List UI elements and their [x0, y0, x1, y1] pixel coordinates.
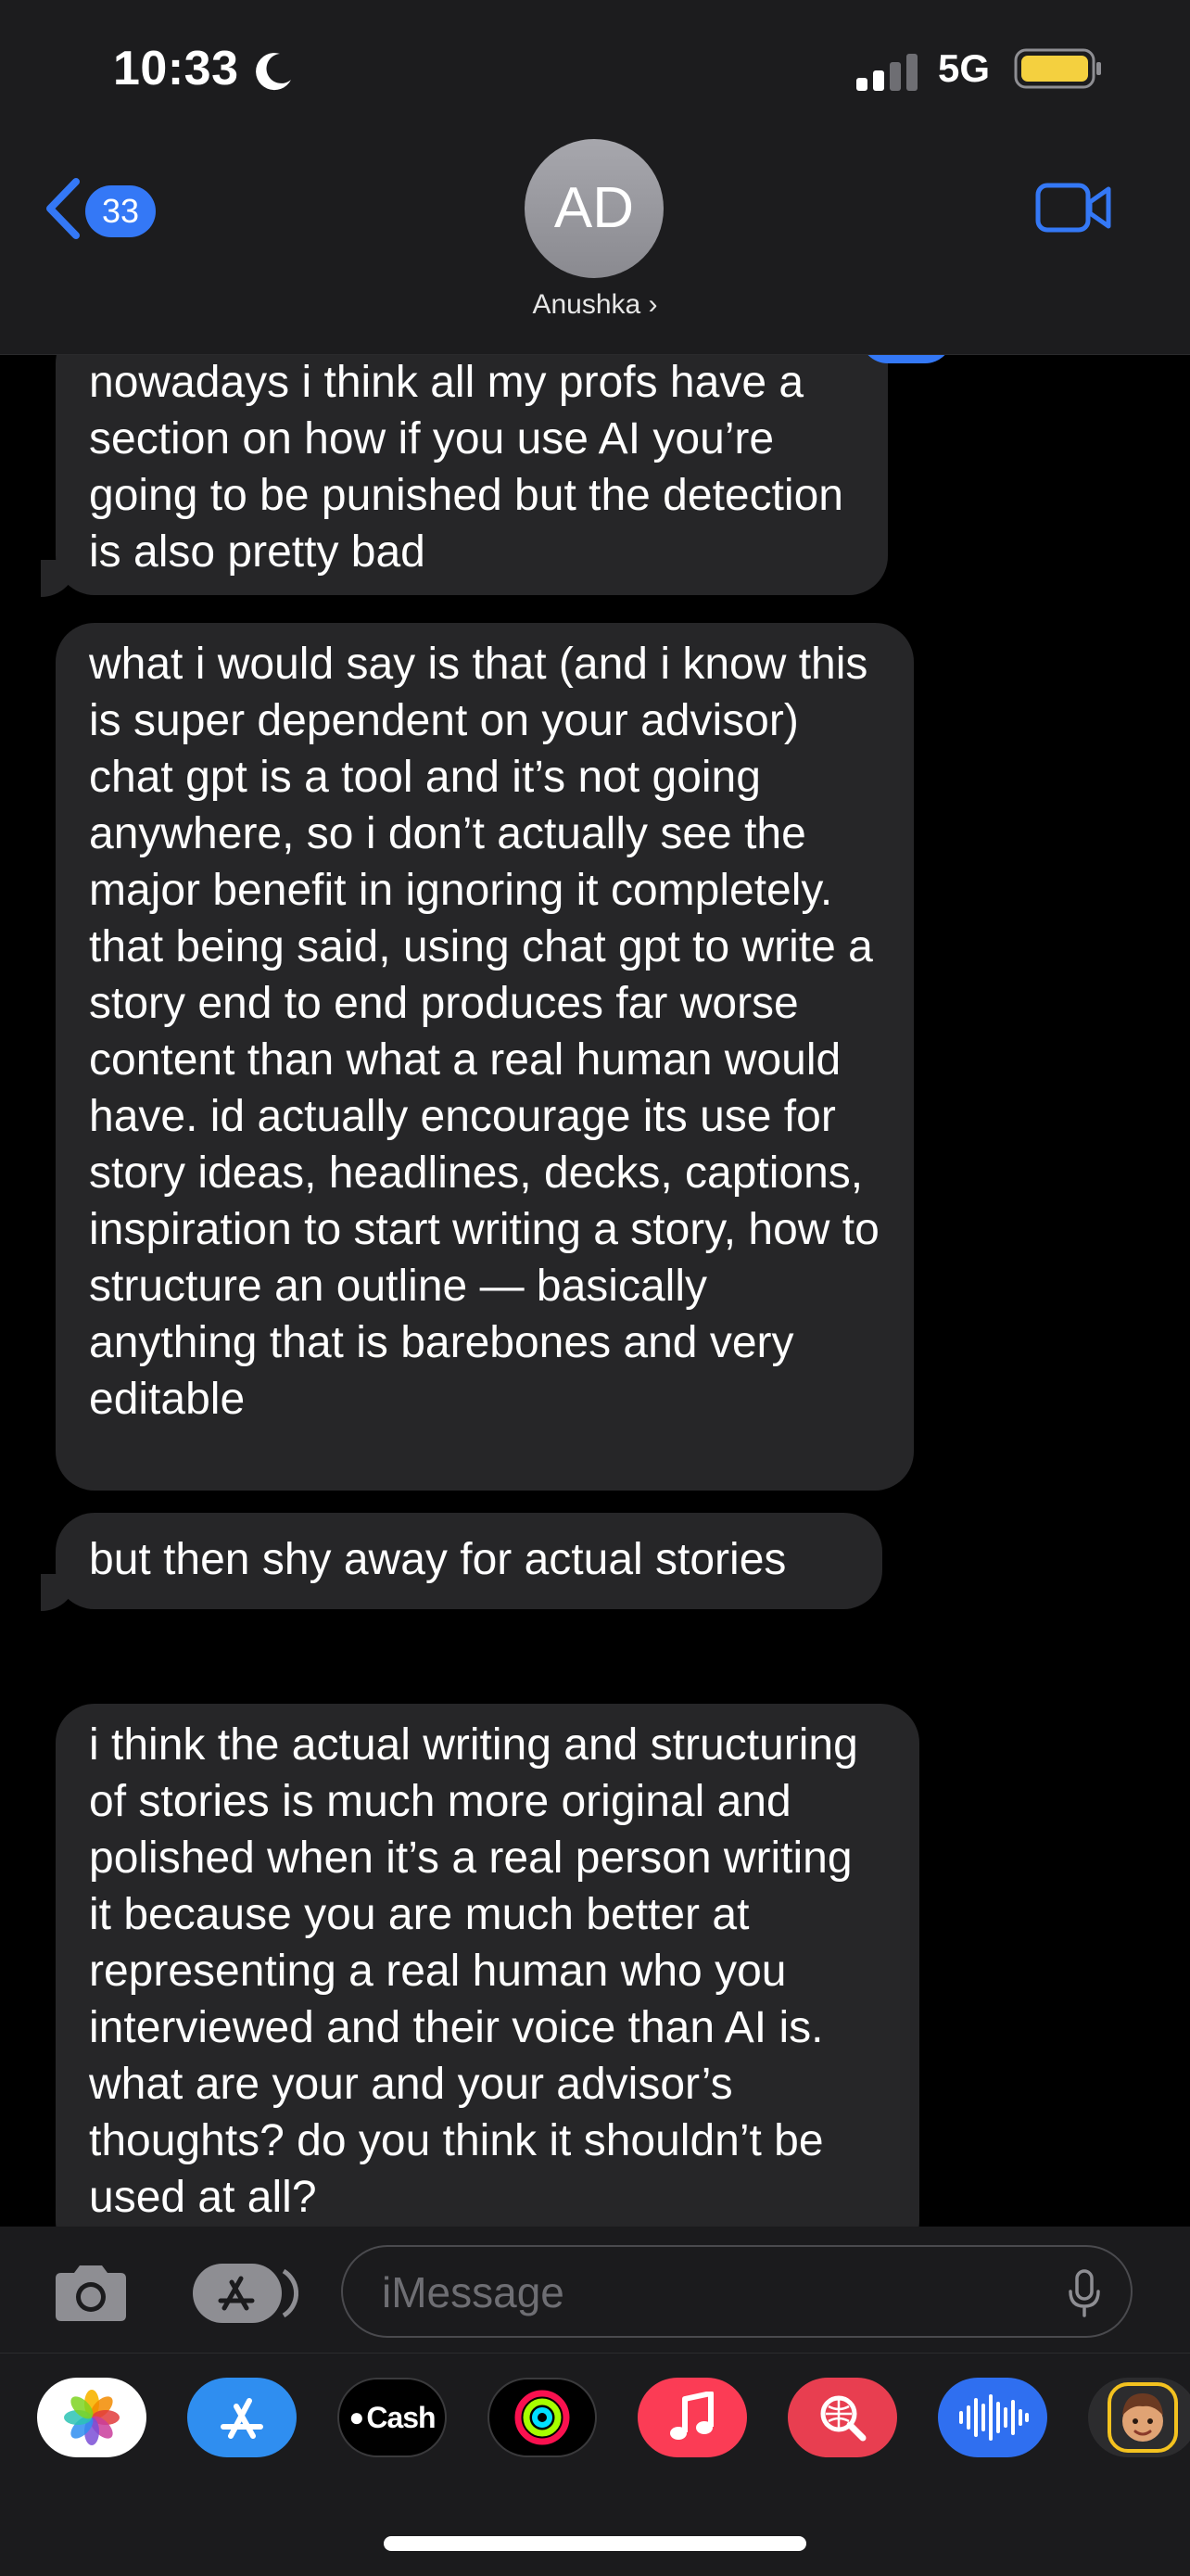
- compose-bar: [0, 2227, 1190, 2353]
- activity-icon[interactable]: [487, 2378, 597, 2457]
- image-search-icon[interactable]: [788, 2378, 897, 2457]
- apple-cash-icon[interactable]: ● Cash: [337, 2378, 447, 2457]
- microphone-icon[interactable]: [1068, 2269, 1101, 2317]
- home-indicator[interactable]: [384, 2536, 806, 2551]
- contact-avatar[interactable]: AD: [525, 139, 664, 278]
- bubble-tail: [41, 560, 78, 597]
- battery-icon: [1014, 48, 1101, 89]
- photos-icon[interactable]: [37, 2378, 146, 2457]
- camera-icon[interactable]: [48, 2260, 133, 2325]
- music-icon[interactable]: [638, 2378, 747, 2457]
- moon-icon: [256, 53, 291, 91]
- voice-memo-icon[interactable]: [938, 2378, 1047, 2457]
- message-input[interactable]: [380, 2247, 1032, 2338]
- message-bubble[interactable]: but then shy away for actual stories: [56, 1513, 882, 1609]
- message-text: what i would say is that (and i know thi…: [89, 640, 880, 1424]
- message-text: nowadays i think all my profs have a sec…: [89, 358, 843, 577]
- imessage-field[interactable]: [341, 2245, 1133, 2338]
- contact-name[interactable]: Anushka ›: [0, 289, 1190, 321]
- memoji-icon[interactable]: [1088, 2378, 1190, 2457]
- message-bubble[interactable]: i think the actual writing and structuri…: [56, 1704, 919, 2227]
- signal-icon: [856, 54, 918, 91]
- message-list[interactable]: nowadays i think all my profs have a sec…: [0, 354, 1190, 2227]
- message-text: but then shy away for actual stories: [89, 1535, 787, 1584]
- message-bubble[interactable]: nowadays i think all my profs have a sec…: [56, 354, 888, 595]
- message-bubble[interactable]: what i would say is that (and i know thi…: [56, 623, 914, 1491]
- app-store-button-icon[interactable]: [191, 2262, 298, 2325]
- network-type: 5G: [938, 46, 991, 90]
- message-text: i think the actual writing and structuri…: [89, 1720, 858, 2222]
- status-time: 10:33: [113, 42, 239, 95]
- bubble-tail: [41, 1574, 78, 1611]
- unread-count-badge[interactable]: 33: [85, 185, 156, 237]
- conversation-header: 10:33 5G 33 AD Anushka ›: [0, 0, 1190, 355]
- facetime-video-icon[interactable]: [1034, 180, 1112, 235]
- app-store-icon[interactable]: [187, 2378, 297, 2457]
